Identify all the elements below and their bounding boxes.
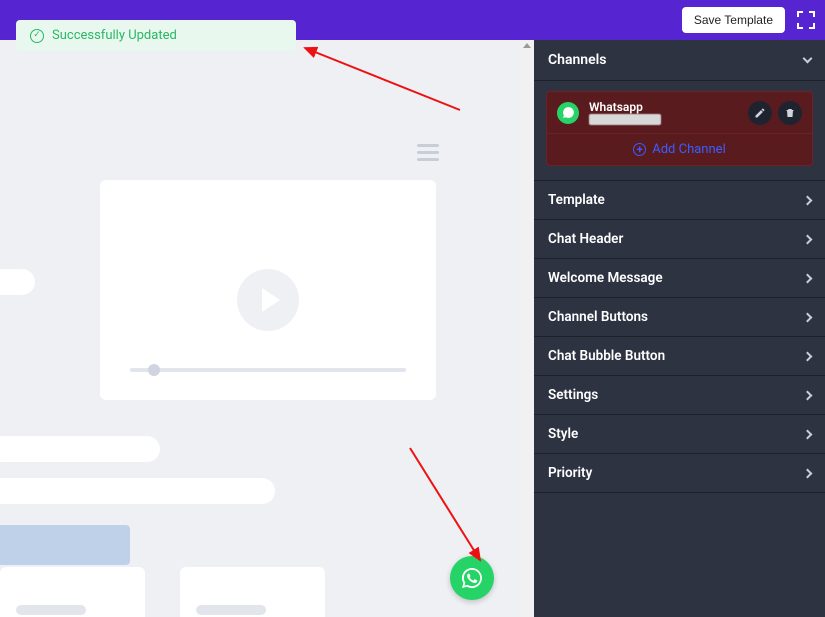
placeholder-card [0,567,145,617]
video-progress-thumb[interactable] [148,364,160,376]
placeholder-pill [0,269,35,295]
channel-name: Whatsapp [589,100,661,114]
channels-section-header[interactable]: Channels [534,40,825,81]
whatsapp-chat-bubble-button[interactable] [450,556,494,600]
trash-icon [784,107,796,119]
section-item-label: Settings [548,387,598,403]
chevron-down-icon [803,54,813,64]
chevron-right-icon [803,429,813,439]
section-item-chat-header[interactable]: Chat Header [534,220,825,259]
save-template-button[interactable]: Save Template [682,7,785,33]
section-item-style[interactable]: Style [534,415,825,454]
placeholder-button [0,525,130,565]
section-item-label: Priority [548,465,592,481]
add-channel-label: Add Channel [652,142,725,157]
section-item-welcome-message[interactable]: Welcome Message [534,259,825,298]
channel-subtitle-redacted [589,114,661,125]
chevron-right-icon [803,312,813,322]
placeholder-pill [0,436,160,462]
settings-side-panel: Channels Whatsapp [534,40,825,617]
play-icon[interactable] [237,269,299,331]
fullscreen-icon[interactable] [797,11,815,29]
section-item-settings[interactable]: Settings [534,376,825,415]
hamburger-icon[interactable] [417,140,439,165]
section-item-label: Chat Header [548,231,623,247]
whatsapp-icon [557,102,579,124]
chevron-right-icon [803,351,813,361]
edit-channel-button[interactable] [748,101,772,125]
placeholder-card [180,567,325,617]
whatsapp-icon [460,566,484,590]
chevron-right-icon [803,195,813,205]
section-item-label: Channel Buttons [548,309,648,325]
placeholder-pill [0,478,275,504]
section-item-label: Template [548,192,605,208]
section-item-label: Welcome Message [548,270,663,286]
toast-message: Successfully Updated [52,28,177,43]
channels-section-body: Whatsapp + Add Channel [534,81,825,181]
chevron-right-icon [803,468,813,478]
pencil-icon [754,107,766,119]
channels-header-label: Channels [548,52,607,68]
preview-canvas [0,40,534,617]
section-item-label: Style [548,426,578,442]
video-progress-track[interactable] [130,368,406,372]
add-channel-button[interactable]: + Add Channel [547,133,812,165]
section-item-template[interactable]: Template [534,181,825,220]
chevron-right-icon [803,273,813,283]
section-item-priority[interactable]: Priority [534,454,825,493]
check-circle-icon: ✓ [30,29,44,43]
video-placeholder-card [100,180,436,400]
preview-scrollbar[interactable] [520,40,534,617]
section-item-label: Chat Bubble Button [548,348,665,364]
chevron-right-icon [803,390,813,400]
section-item-chat-bubble-button[interactable]: Chat Bubble Button [534,337,825,376]
success-toast: ✓ Successfully Updated [16,20,296,51]
chevron-right-icon [803,234,813,244]
plus-circle-icon: + [633,143,646,156]
section-item-channel-buttons[interactable]: Channel Buttons [534,298,825,337]
channel-row-whatsapp: Whatsapp + Add Channel [546,91,813,166]
delete-channel-button[interactable] [778,101,802,125]
channel-row-top: Whatsapp [547,92,812,133]
